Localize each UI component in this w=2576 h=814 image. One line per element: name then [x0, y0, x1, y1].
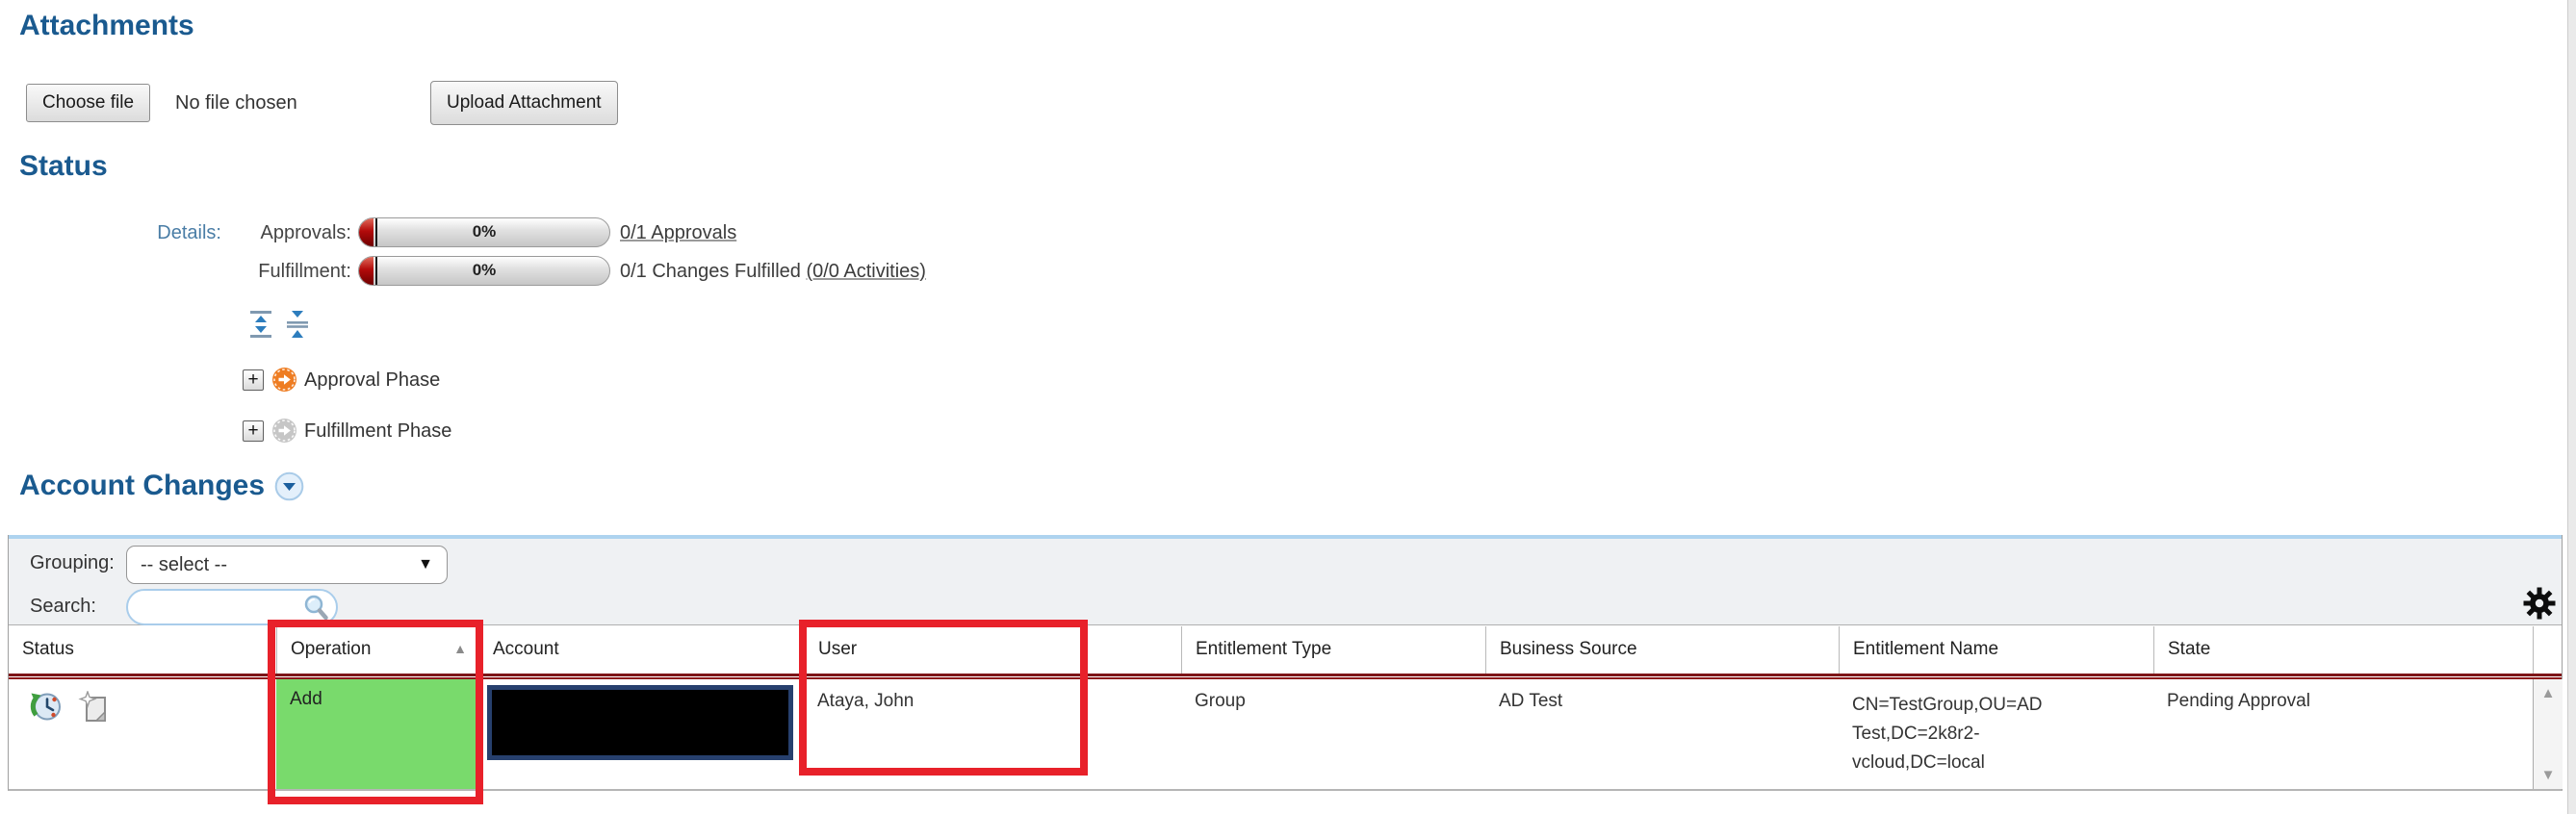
- select-caret-icon: ▼: [418, 547, 433, 583]
- fulfillment-phase-expander[interactable]: +: [243, 420, 264, 442]
- fulfillment-phase-label: Fulfillment Phase: [304, 420, 451, 443]
- approval-phase-expander[interactable]: +: [243, 369, 264, 391]
- column-header-entitlement-type[interactable]: Entitlement Type: [1181, 626, 1485, 674]
- activities-link[interactable]: (0/0 Activities): [806, 261, 925, 282]
- expand-all-icon[interactable]: [248, 310, 273, 343]
- choose-file-button[interactable]: Choose file: [26, 84, 150, 122]
- table-settings-gear-icon[interactable]: [2523, 587, 2556, 620]
- cell-account-redacted: [487, 685, 793, 760]
- column-header-operation-label: Operation: [291, 639, 371, 659]
- scroll-down-icon[interactable]: ▼: [2534, 767, 2563, 783]
- scrollbar-header-spacer: [2533, 626, 2563, 674]
- approvals-label: Approvals:: [229, 222, 351, 244]
- fulfillment-phase-icon: [271, 418, 297, 448]
- approval-phase-icon: [271, 367, 297, 397]
- upload-attachment-button[interactable]: Upload Attachment: [430, 81, 618, 125]
- column-header-operation[interactable]: Operation ▲: [276, 626, 478, 674]
- grouping-select[interactable]: -- select -- ▼: [126, 546, 448, 584]
- search-box: [126, 589, 338, 625]
- row-status-pending-icon: [28, 689, 64, 725]
- approvals-progress-bar: 0%: [358, 217, 610, 247]
- table-header-row: Status Operation ▲ Account User Entitlem…: [9, 626, 2562, 674]
- table-toolbar: Grouping: -- select -- ▼ Search:: [9, 539, 2562, 625]
- approvals-progress-value: 0%: [359, 222, 609, 242]
- cell-entitlement-type: Group: [1195, 691, 1246, 712]
- collapse-section-icon[interactable]: [274, 471, 304, 501]
- fulfillment-label: Fulfillment:: [229, 261, 351, 283]
- attachments-section-title: Attachments: [19, 10, 194, 42]
- status-section-title: Status: [19, 150, 108, 183]
- cell-user: Ataya, John: [817, 691, 914, 712]
- collapse-all-icon[interactable]: [285, 310, 310, 343]
- fulfillment-progress-value: 0%: [359, 261, 609, 280]
- table-row[interactable]: Add Ataya, John Group AD Test CN=TestGro…: [9, 679, 2562, 789]
- fulfillment-progress-bar: 0%: [358, 256, 610, 286]
- details-label: Details:: [125, 222, 221, 244]
- account-changes-section-title: Account Changes: [19, 470, 265, 502]
- column-header-state[interactable]: State: [2153, 626, 2533, 674]
- cell-operation: Add: [276, 679, 478, 789]
- fulfillment-summary-text: 0/1 Changes Fulfilled: [620, 261, 806, 282]
- approvals-link[interactable]: 0/1 Approvals: [620, 222, 736, 244]
- cell-business-source: AD Test: [1499, 691, 1562, 712]
- approval-phase-label: Approval Phase: [304, 369, 440, 392]
- grouping-selected-value: -- select --: [141, 554, 227, 575]
- no-file-chosen-text: No file chosen: [175, 92, 297, 114]
- column-header-account[interactable]: Account: [478, 626, 804, 674]
- column-header-business-source[interactable]: Business Source: [1485, 626, 1839, 674]
- table-scrollbar[interactable]: ▲ ▼: [2533, 679, 2563, 789]
- scroll-up-icon[interactable]: ▲: [2534, 685, 2563, 701]
- grouping-label: Grouping:: [30, 552, 115, 574]
- column-header-status[interactable]: Status: [9, 626, 276, 674]
- page-scrollbar-track[interactable]: [2567, 0, 2576, 814]
- search-label: Search:: [30, 596, 96, 618]
- row-new-item-icon: [78, 691, 111, 724]
- cell-entitlement-name: CN=TestGroup,OU=AD Test,DC=2k8r2-vcloud,…: [1852, 691, 2099, 777]
- search-input[interactable]: [140, 593, 294, 622]
- cell-state: Pending Approval: [2167, 691, 2310, 712]
- search-icon[interactable]: [301, 593, 330, 622]
- column-header-user[interactable]: User: [804, 626, 1181, 674]
- sort-ascending-icon: ▲: [453, 626, 467, 672]
- column-header-entitlement-name[interactable]: Entitlement Name: [1839, 626, 2153, 674]
- account-changes-table: Grouping: -- select -- ▼ Search:: [8, 535, 2563, 791]
